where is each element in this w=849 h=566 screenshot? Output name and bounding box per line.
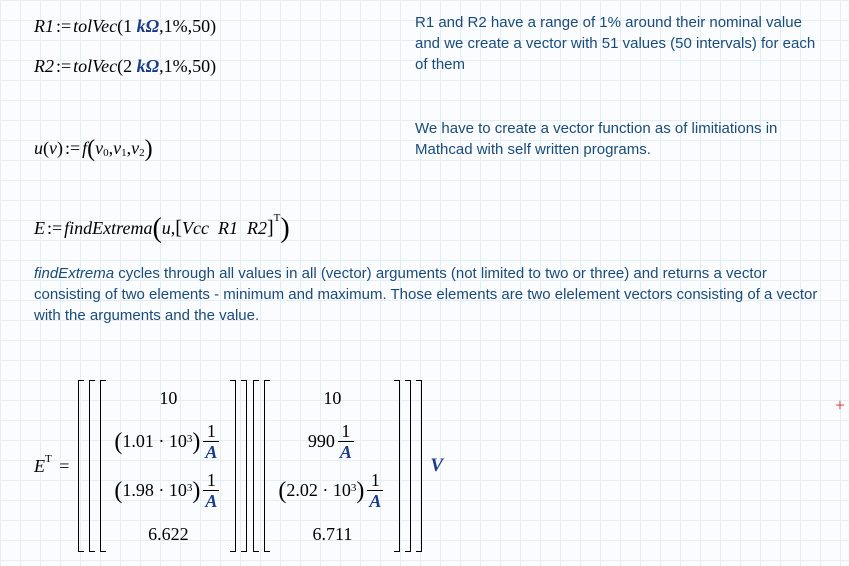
func-tolvec: tolVec <box>73 16 117 37</box>
var-r1: R1 <box>34 16 54 37</box>
definition-r2: R2 := tolVec ( 2 kΩ , 1% , 50 ) <box>34 56 216 77</box>
r1-tolerance: 1% <box>164 16 188 37</box>
r1-value: 1 <box>123 16 132 37</box>
paren-close: ) <box>210 16 216 37</box>
var-E: E <box>34 218 45 239</box>
arg-r1: R1 <box>218 218 238 239</box>
matrix-max: 10 990 1A (2.02 · 103) 1A 6.711 <box>253 380 411 552</box>
matrix-min: 10 (1.01 · 103) 1A (1.98 · 103) 1A 6.622 <box>89 380 247 552</box>
var-r2: R2 <box>34 56 54 77</box>
max-vcc: 10 <box>278 384 386 412</box>
max-r2: (2.02 · 103) 1A <box>278 471 386 510</box>
max-r1: 990 1A <box>278 422 386 461</box>
definition-r1: R1 := tolVec ( 1 kΩ , 1% , 50 ) <box>34 16 216 37</box>
result-ET: ET = 10 (1.01 · 103) 1A (1.98 · 103) 1A <box>34 380 443 552</box>
comment-findextrema: findExtrema cycles through all values in… <box>34 263 834 326</box>
r1-count: 50 <box>192 16 210 37</box>
definition-E: E := findExtrema ( u , [ Vcc R1 R2 ] T ) <box>34 212 290 244</box>
insertion-cursor-icon[interactable]: + <box>835 395 845 416</box>
unit-kohm: kΩ <box>137 16 159 37</box>
definition-u: u ( v ) := f ( v0 , v1 , v2 ) <box>34 135 153 162</box>
matrix-outer: 10 (1.01 · 103) 1A (1.98 · 103) 1A 6.622 <box>78 380 422 552</box>
result-unit-V: V <box>430 455 443 477</box>
min-r2: (1.98 · 103) 1A <box>114 471 222 510</box>
min-vcc: 10 <box>114 384 222 412</box>
assign-op: := <box>54 16 73 37</box>
arg-vcc: Vcc <box>182 218 209 239</box>
r2-value: 2 <box>123 56 132 77</box>
comment-tolerance: R1 and R2 have a range of 1% around thei… <box>415 12 820 75</box>
min-fvalue: 6.622 <box>114 520 222 548</box>
max-fvalue: 6.711 <box>278 520 386 548</box>
var-u: u <box>34 138 43 159</box>
transpose-sup: T <box>274 212 281 224</box>
min-r1: (1.01 · 103) 1A <box>114 422 222 461</box>
arg-r2: R2 <box>247 218 267 239</box>
comment-vector-function: We have to create a vector function as o… <box>415 118 820 160</box>
func-findextrema: findExtrema <box>64 218 152 239</box>
